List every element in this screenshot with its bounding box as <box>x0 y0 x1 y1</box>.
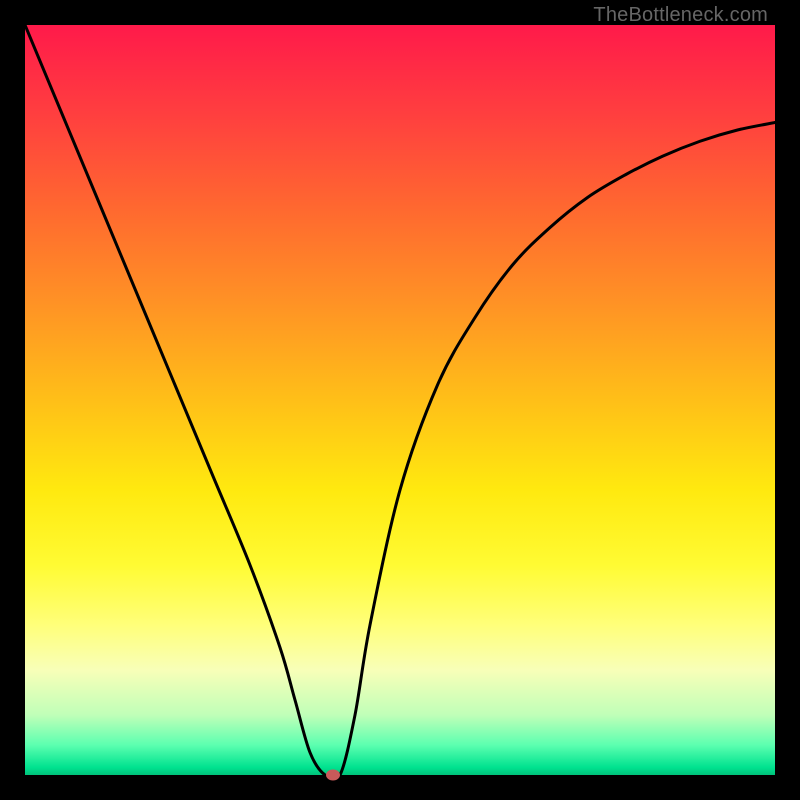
plot-area <box>25 25 775 775</box>
watermark-text: TheBottleneck.com <box>593 4 768 27</box>
chart-svg <box>25 25 775 775</box>
bottleneck-curve <box>25 25 775 775</box>
chart-container: TheBottleneck.com <box>0 0 800 800</box>
optimal-point-marker <box>326 770 340 781</box>
